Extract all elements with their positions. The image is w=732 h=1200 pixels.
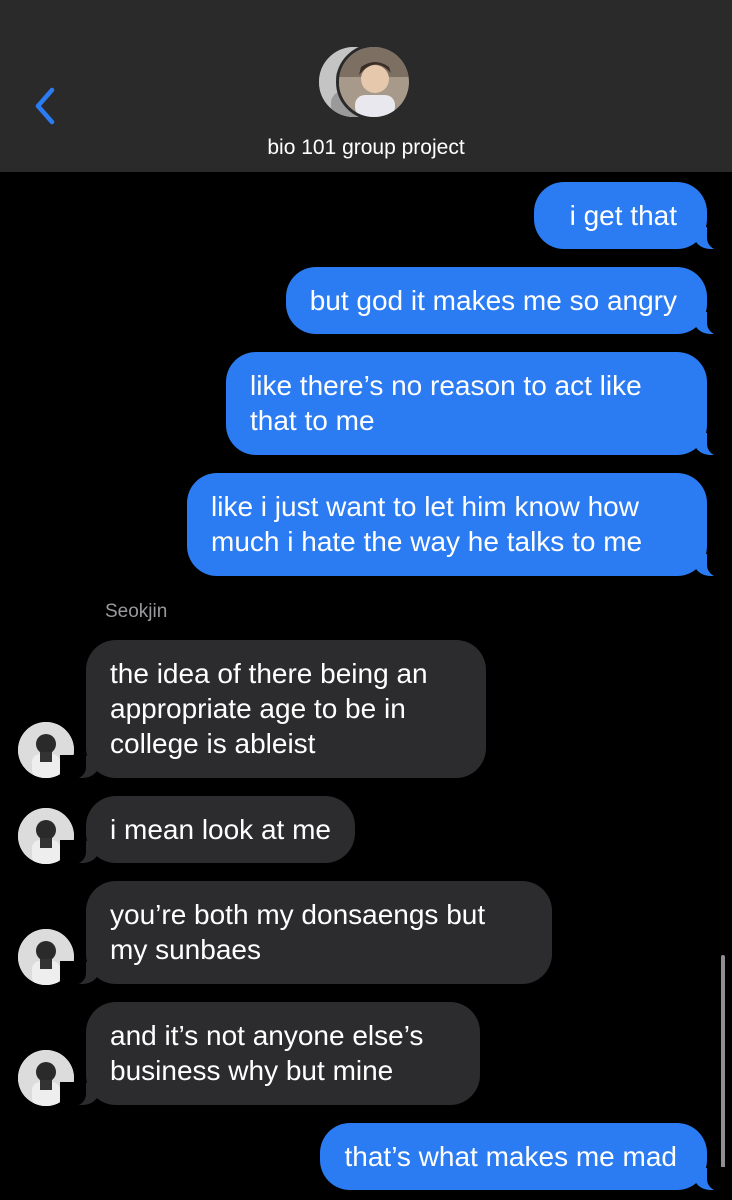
incoming-message[interactable]: the idea of there being an appropriate a…	[60, 640, 486, 779]
outgoing-message[interactable]: but god it makes me so angry	[285, 267, 732, 335]
incoming-message[interactable]: and it’s not anyone else’s business why …	[60, 1002, 480, 1106]
outgoing-message[interactable]: i get that	[533, 182, 732, 250]
conversation-title[interactable]: bio 101 group project	[0, 136, 732, 160]
incoming-message[interactable]: you’re both my donsaengs but my sunbaes	[60, 881, 552, 985]
scrollbar[interactable]	[721, 955, 725, 1187]
incoming-message[interactable]: i mean look at me	[60, 796, 355, 864]
chevron-left-icon	[35, 87, 55, 125]
outgoing-message[interactable]: like i just want to let him know how muc…	[187, 473, 732, 577]
sender-name: Seokjin	[105, 601, 168, 622]
back-button[interactable]	[28, 84, 62, 128]
member-avatar	[336, 44, 412, 120]
outgoing-message[interactable]: like there’s no reason to act like that …	[226, 352, 732, 456]
conversation-header: bio 101 group project	[0, 0, 732, 172]
group-avatar[interactable]	[316, 44, 416, 126]
outgoing-message[interactable]: that’s what makes me mad	[320, 1123, 732, 1191]
